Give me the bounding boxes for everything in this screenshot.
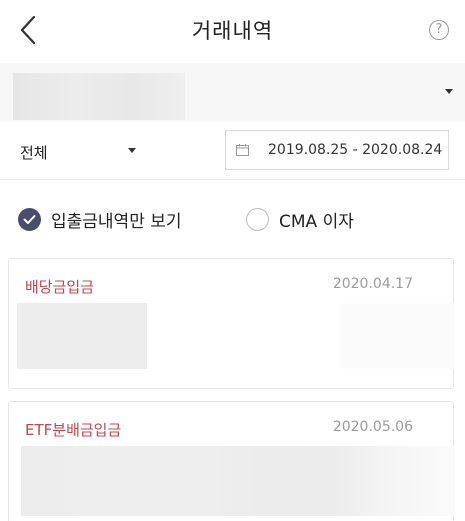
transaction-title: 배당금입금: [25, 278, 95, 296]
transaction-card[interactable]: ETF분배금입금 2020.05.06: [8, 401, 455, 521]
masked-amount-left: [17, 303, 147, 369]
transaction-type-select[interactable]: 전체: [20, 142, 48, 163]
account-selector[interactable]: [0, 63, 465, 122]
masked-amount: [21, 446, 455, 516]
transaction-date: 2020.05.06: [332, 419, 413, 435]
transaction-title: ETF분배금입금: [25, 421, 122, 439]
unchecked-circle-icon[interactable]: [246, 207, 269, 231]
transaction-card[interactable]: 배당금입금 2020.04.17: [8, 258, 455, 389]
date-range-text: 2019.08.25 - 2020.08.24: [268, 142, 443, 158]
checkmark-icon: [23, 214, 36, 224]
account-number-masked: [13, 73, 185, 120]
filter-bar: 전체 2019.08.25 - 2020.08.24: [0, 122, 465, 180]
transaction-date: 2020.04.17: [332, 276, 413, 292]
deposit-only-label: 입출금내역만 보기: [51, 211, 182, 232]
cma-interest-label: CMA 이자: [279, 211, 354, 232]
top-bar: 거래내역 ?: [0, 0, 465, 62]
date-range-picker[interactable]: 2019.08.25 - 2020.08.24: [225, 130, 449, 170]
calendar-icon: [236, 144, 249, 156]
account-dropdown-arrow-icon[interactable]: [445, 89, 453, 94]
deposit-only-option[interactable]: 입출금내역만 보기: [18, 205, 182, 233]
masked-amount-right: [341, 303, 455, 369]
cma-interest-option[interactable]: CMA 이자: [246, 205, 354, 233]
transaction-history-screen: 거래내역 ? 전체 2019.08.25 - 2020.08.24 입출금내역만…: [0, 0, 465, 521]
page-title: 거래내역: [191, 19, 274, 43]
help-button[interactable]: ?: [429, 20, 449, 40]
checked-circle-icon[interactable]: [18, 207, 41, 231]
type-dropdown-arrow-icon[interactable]: [128, 148, 136, 153]
